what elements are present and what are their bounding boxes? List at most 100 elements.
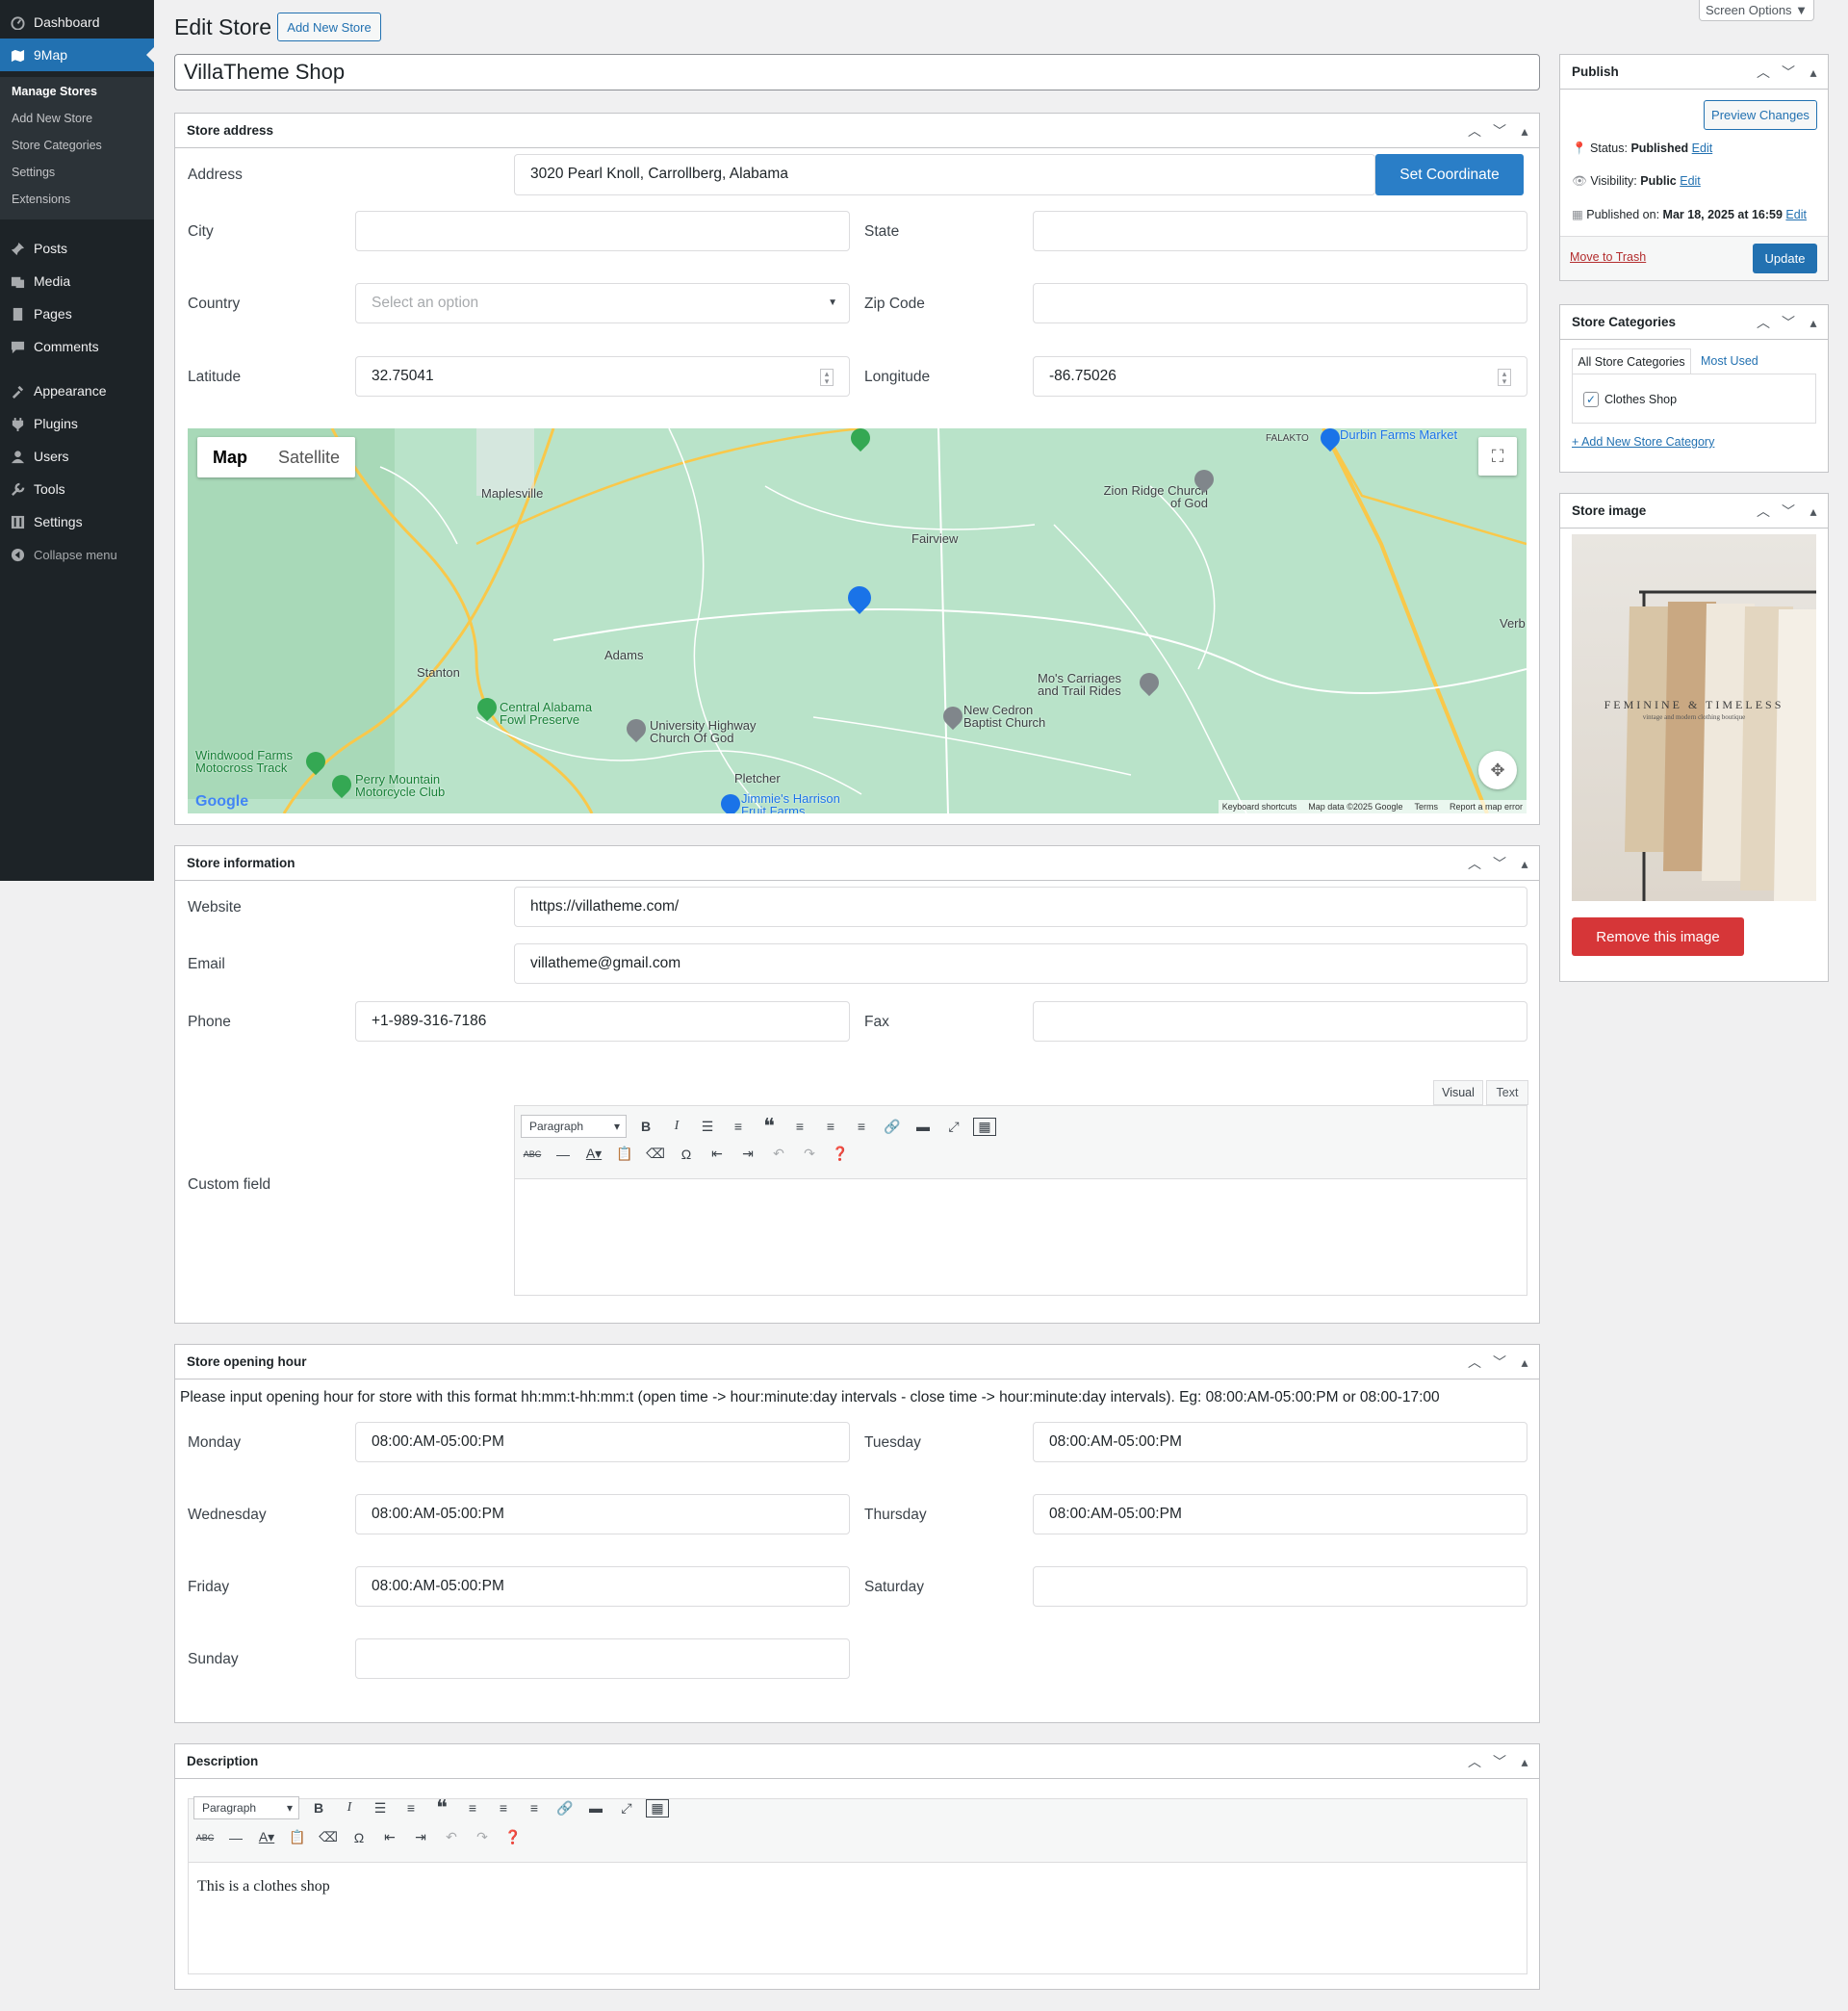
- map-poi[interactable]: Durbin Farms Market: [1340, 428, 1457, 442]
- toggle-panel-icon[interactable]: ▴: [1805, 494, 1822, 529]
- map-poi[interactable]: Windwood Farms Motocross Track: [195, 749, 311, 774]
- preview-changes-button[interactable]: Preview Changes: [1704, 100, 1817, 130]
- outdent-icon[interactable]: ⇤: [378, 1829, 401, 1845]
- numbered-list-icon[interactable]: ≡: [399, 1800, 423, 1816]
- satellite-view-button[interactable]: Satellite: [263, 437, 355, 477]
- submenu-extensions[interactable]: Extensions: [12, 193, 70, 206]
- align-center-icon[interactable]: ≡: [492, 1800, 515, 1816]
- align-right-icon[interactable]: ≡: [523, 1800, 546, 1816]
- fullscreen-icon[interactable]: ⤢: [942, 1119, 965, 1135]
- read-more-icon[interactable]: ▬: [584, 1800, 607, 1816]
- longitude-input[interactable]: -86.75026 ▴ ▾: [1033, 356, 1527, 397]
- strikethrough-icon[interactable]: ABC: [521, 1149, 544, 1159]
- zip-input[interactable]: [1033, 283, 1527, 323]
- camera-control-icon[interactable]: ✥: [1478, 751, 1517, 789]
- description-content[interactable]: This is a clothes shop: [197, 1878, 330, 1895]
- address-input[interactable]: 3020 Pearl Knoll, Carrollberg, Alabama: [514, 154, 1375, 195]
- read-more-icon[interactable]: ▬: [911, 1119, 935, 1134]
- store-title-input[interactable]: VillaTheme Shop: [174, 54, 1540, 90]
- edit-visibility-link[interactable]: Edit: [1680, 174, 1701, 188]
- tab-most-used[interactable]: Most Used: [1701, 354, 1758, 368]
- website-input[interactable]: https://villatheme.com/: [514, 887, 1527, 927]
- move-up-icon[interactable]: ︿: [1466, 1744, 1483, 1779]
- redo-icon[interactable]: ↷: [471, 1829, 494, 1845]
- indent-icon[interactable]: ⇥: [409, 1829, 432, 1845]
- checkbox-checked-icon[interactable]: ✓: [1583, 392, 1599, 407]
- move-up-icon[interactable]: ︿: [1466, 846, 1483, 881]
- move-up-icon[interactable]: ︿: [1755, 494, 1772, 529]
- submenu-manage-stores[interactable]: Manage Stores: [12, 85, 97, 98]
- toolbar-toggle-icon[interactable]: ▦: [973, 1117, 996, 1136]
- wednesday-input[interactable]: 08:00:AM-05:00:PM: [355, 1494, 850, 1534]
- map-poi[interactable]: Central Alabama Fowl Preserve: [500, 701, 605, 726]
- undo-icon[interactable]: ↶: [440, 1829, 463, 1845]
- email-input[interactable]: villatheme@gmail.com: [514, 943, 1527, 984]
- bullet-list-icon[interactable]: ☰: [696, 1119, 719, 1135]
- map-poi[interactable]: New Cedron Baptist Church: [963, 704, 1069, 729]
- map-view-button[interactable]: Map: [197, 437, 263, 477]
- move-up-icon[interactable]: ︿: [1755, 55, 1772, 90]
- text-color-icon[interactable]: A▾: [255, 1829, 278, 1845]
- terms-link[interactable]: Terms: [1414, 802, 1438, 812]
- format-select[interactable]: Paragraph: [521, 1115, 627, 1138]
- help-icon[interactable]: ❓: [829, 1146, 852, 1162]
- set-coordinate-button[interactable]: Set Coordinate: [1375, 154, 1524, 195]
- toggle-panel-icon[interactable]: ▴: [1805, 305, 1822, 340]
- link-icon[interactable]: 🔗: [881, 1119, 904, 1135]
- move-down-icon[interactable]: ﹀: [1491, 114, 1508, 148]
- submenu-store-categories[interactable]: Store Categories: [12, 139, 102, 152]
- sidebar-item-appearance[interactable]: Appearance: [0, 374, 154, 407]
- bold-icon[interactable]: B: [307, 1800, 330, 1816]
- paste-text-icon[interactable]: 📋: [286, 1829, 309, 1845]
- toolbar-toggle-icon[interactable]: ▦: [646, 1798, 669, 1818]
- fullscreen-icon[interactable]: ⤢: [615, 1800, 638, 1817]
- horizontal-line-icon[interactable]: —: [224, 1830, 247, 1845]
- link-icon[interactable]: 🔗: [553, 1800, 577, 1817]
- friday-input[interactable]: 08:00:AM-05:00:PM: [355, 1566, 850, 1607]
- align-left-icon[interactable]: ≡: [788, 1119, 811, 1134]
- sidebar-item-comments[interactable]: Comments: [0, 330, 154, 363]
- clear-formatting-icon[interactable]: ⌫: [317, 1829, 340, 1845]
- toggle-panel-icon[interactable]: ▴: [1516, 114, 1533, 148]
- blockquote-icon[interactable]: ❝: [757, 1114, 781, 1139]
- edit-date-link[interactable]: Edit: [1785, 208, 1807, 221]
- sidebar-item-media[interactable]: Media: [0, 265, 154, 297]
- align-center-icon[interactable]: ≡: [819, 1119, 842, 1134]
- sidebar-item-posts[interactable]: Posts: [0, 232, 154, 265]
- fax-input[interactable]: [1033, 1001, 1527, 1042]
- tab-all-categories[interactable]: All Store Categories: [1572, 348, 1691, 374]
- horizontal-line-icon[interactable]: —: [552, 1147, 575, 1162]
- move-down-icon[interactable]: ﹀: [1780, 305, 1797, 340]
- move-up-icon[interactable]: ︿: [1466, 1345, 1483, 1379]
- submenu-add-new-store[interactable]: Add New Store: [12, 112, 92, 125]
- fullscreen-icon[interactable]: ⛶: [1478, 437, 1517, 476]
- italic-icon[interactable]: I: [665, 1119, 688, 1134]
- blockquote-icon[interactable]: ❝: [430, 1795, 453, 1820]
- bullet-list-icon[interactable]: ☰: [369, 1800, 392, 1817]
- toggle-panel-icon[interactable]: ▴: [1805, 55, 1822, 90]
- latitude-input[interactable]: 32.75041 ▴ ▾: [355, 356, 850, 397]
- paste-text-icon[interactable]: 📋: [613, 1146, 636, 1162]
- move-up-icon[interactable]: ︿: [1755, 305, 1772, 340]
- move-up-icon[interactable]: ︿: [1466, 114, 1483, 148]
- help-icon[interactable]: ❓: [501, 1829, 525, 1845]
- move-down-icon[interactable]: ﹀: [1491, 846, 1508, 881]
- indent-icon[interactable]: ⇥: [736, 1146, 759, 1162]
- strikethrough-icon[interactable]: ABC: [193, 1833, 217, 1843]
- remove-image-button[interactable]: Remove this image: [1572, 917, 1744, 956]
- tab-text[interactable]: Text: [1486, 1080, 1528, 1105]
- align-right-icon[interactable]: ≡: [850, 1119, 873, 1134]
- saturday-input[interactable]: [1033, 1566, 1527, 1607]
- move-to-trash-link[interactable]: Move to Trash: [1570, 250, 1646, 264]
- spinner-icon[interactable]: ▴ ▾: [820, 369, 834, 386]
- category-item[interactable]: ✓ Clothes Shop: [1583, 392, 1677, 407]
- bold-icon[interactable]: B: [634, 1119, 657, 1134]
- tab-visual[interactable]: Visual: [1433, 1080, 1483, 1105]
- sidebar-item-settings[interactable]: Settings: [0, 505, 154, 538]
- keyboard-shortcuts-link[interactable]: Keyboard shortcuts: [1222, 802, 1297, 812]
- submenu-settings[interactable]: Settings: [12, 166, 55, 179]
- thursday-input[interactable]: 08:00:AM-05:00:PM: [1033, 1494, 1527, 1534]
- edit-status-link[interactable]: Edit: [1692, 142, 1713, 155]
- move-down-icon[interactable]: ﹀: [1780, 55, 1797, 90]
- move-down-icon[interactable]: ﹀: [1491, 1345, 1508, 1379]
